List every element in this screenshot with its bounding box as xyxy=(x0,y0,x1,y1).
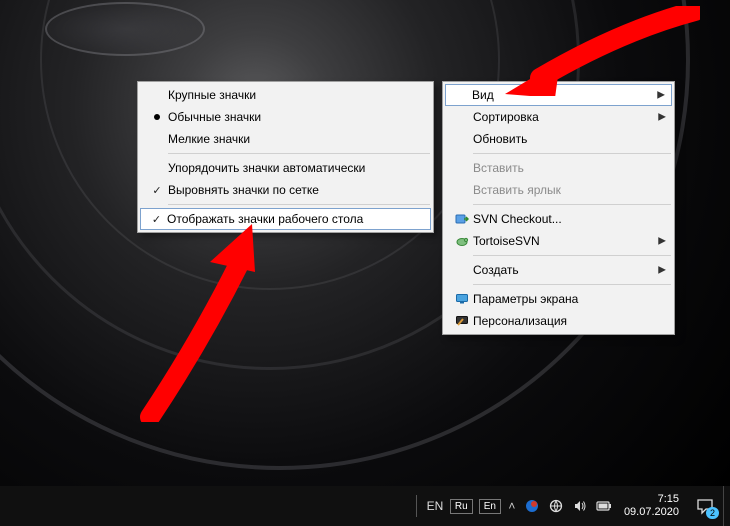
submenu-arrow-icon: ▶ xyxy=(657,90,665,101)
menu-item-paste: Вставить xyxy=(445,157,672,179)
tray-volume-icon[interactable] xyxy=(571,497,589,515)
checkmark-icon: ✓ xyxy=(146,213,167,226)
menu-item-label: Вставить xyxy=(473,161,652,175)
menu-separator xyxy=(473,255,671,256)
menu-item-label: Упорядочить значки автоматически xyxy=(168,161,411,175)
menu-separator xyxy=(473,204,671,205)
notification-badge: 2 xyxy=(706,507,719,519)
radio-selected-icon xyxy=(146,114,168,120)
tray-lang-en[interactable]: En xyxy=(479,499,501,514)
tray-app-icon[interactable] xyxy=(523,497,541,515)
svn-checkout-icon xyxy=(451,212,473,226)
tray-lang-ru[interactable]: Ru xyxy=(450,499,473,514)
menu-item-label: Отображать значки рабочего стола xyxy=(167,212,411,226)
tortoisesvn-icon xyxy=(451,234,473,248)
menu-separator xyxy=(168,153,430,154)
menu-item-label: Персонализация xyxy=(473,314,652,328)
menu-item-refresh[interactable]: Обновить xyxy=(445,128,672,150)
tray-battery-icon[interactable] xyxy=(595,497,613,515)
menu-item-label: Сортировка xyxy=(473,110,652,124)
checkmark-icon: ✓ xyxy=(146,184,168,197)
taskbar[interactable]: EN Ru En ˄ 7:15 09.07.2020 2 xyxy=(0,486,730,526)
menu-item-label: Мелкие значки xyxy=(168,132,411,146)
menu-item-label: Обновить xyxy=(473,132,652,146)
taskbar-separator xyxy=(416,495,417,517)
menu-item-sort[interactable]: Сортировка ▶ xyxy=(445,106,672,128)
menu-item-label: Вид xyxy=(472,88,652,102)
menu-item-view[interactable]: Вид ▶ xyxy=(445,84,672,106)
view-submenu: Крупные значки Обычные значки Мелкие зна… xyxy=(137,81,434,233)
menu-item-show-desktop-icons[interactable]: ✓ Отображать значки рабочего стола xyxy=(140,208,431,230)
menu-item-label: TortoiseSVN xyxy=(473,234,652,248)
menu-item-auto-arrange[interactable]: Упорядочить значки автоматически xyxy=(140,157,431,179)
menu-separator xyxy=(168,204,430,205)
show-desktop-button[interactable] xyxy=(723,486,728,526)
personalize-icon xyxy=(451,314,473,328)
taskbar-clock[interactable]: 7:15 09.07.2020 xyxy=(624,493,679,519)
menu-separator xyxy=(473,153,671,154)
submenu-arrow-icon: ▶ xyxy=(658,265,666,276)
menu-item-label: Вставить ярлык xyxy=(473,183,652,197)
clock-time: 7:15 xyxy=(658,493,679,506)
submenu-arrow-icon: ▶ xyxy=(658,236,666,247)
menu-item-label: Выровнять значки по сетке xyxy=(168,183,411,197)
menu-item-label: Обычные значки xyxy=(168,110,411,124)
menu-item-display-settings[interactable]: Параметры экрана xyxy=(445,288,672,310)
menu-item-tortoisesvn[interactable]: TortoiseSVN ▶ xyxy=(445,230,672,252)
action-center-button[interactable]: 2 xyxy=(693,494,717,518)
menu-item-svn-checkout[interactable]: SVN Checkout... xyxy=(445,208,672,230)
menu-item-large-icons[interactable]: Крупные значки xyxy=(140,84,431,106)
menu-item-new[interactable]: Создать ▶ xyxy=(445,259,672,281)
clock-date: 09.07.2020 xyxy=(624,506,679,519)
menu-separator xyxy=(473,284,671,285)
menu-item-personalize[interactable]: Персонализация xyxy=(445,310,672,332)
menu-item-label: Параметры экрана xyxy=(473,292,652,306)
submenu-arrow-icon: ▶ xyxy=(658,112,666,123)
tray-language-indicator[interactable]: EN xyxy=(426,497,444,515)
desktop-context-menu: Вид ▶ Сортировка ▶ Обновить Вставить Вст… xyxy=(442,81,675,335)
tray-network-icon[interactable] xyxy=(547,497,565,515)
menu-item-label: Крупные значки xyxy=(168,88,411,102)
menu-item-label: Создать xyxy=(473,263,652,277)
tray-overflow-chevron-icon[interactable]: ˄ xyxy=(504,499,520,513)
display-settings-icon xyxy=(451,292,473,306)
menu-item-align-to-grid[interactable]: ✓ Выровнять значки по сетке xyxy=(140,179,431,201)
menu-item-small-icons[interactable]: Мелкие значки xyxy=(140,128,431,150)
menu-item-label: SVN Checkout... xyxy=(473,212,652,226)
menu-item-medium-icons[interactable]: Обычные значки xyxy=(140,106,431,128)
menu-item-paste-shortcut: Вставить ярлык xyxy=(445,179,672,201)
